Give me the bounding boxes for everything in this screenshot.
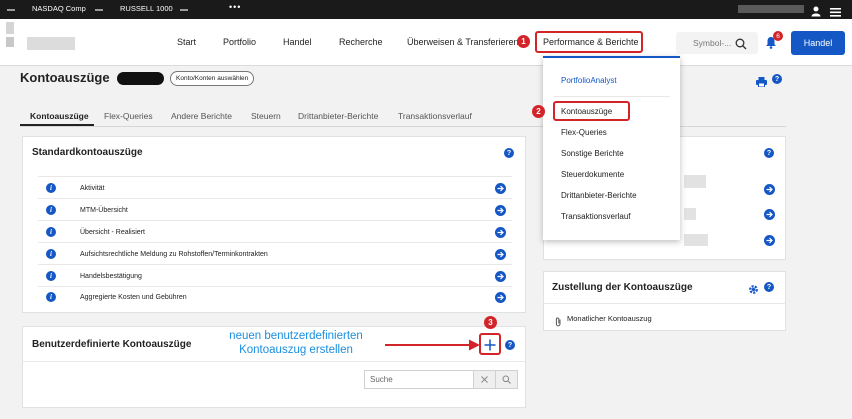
redacted-content (684, 208, 696, 220)
help-icon[interactable]: ? (504, 148, 514, 158)
close-icon (481, 376, 488, 383)
tab-andere-berichte[interactable]: Andere Berichte (171, 111, 232, 121)
active-tab-indicator (20, 124, 94, 126)
tab-flex-queries[interactable]: Flex-Queries (104, 111, 153, 121)
redacted-content (684, 234, 708, 246)
menu-item-flex-queries[interactable]: Flex-Queries (561, 128, 607, 137)
logo (6, 37, 14, 47)
search-icon (502, 375, 511, 384)
logo[interactable] (6, 22, 14, 34)
delivery-item-label[interactable]: Monatlicher Kontoauszug (567, 314, 652, 323)
menu-item-steuerdokumente[interactable]: Steuerdokumente (561, 170, 624, 179)
tab-steuern[interactable]: Steuern (251, 111, 281, 121)
info-icon[interactable]: i (46, 183, 56, 193)
nav-performance-berichte[interactable]: Performance & Berichte (543, 37, 639, 47)
arrow-right-icon[interactable] (764, 184, 775, 195)
help-icon[interactable]: ? (764, 148, 774, 158)
ticker-nasdaq[interactable]: NASDAQ Comp (32, 4, 86, 13)
arrow-right-icon[interactable] (495, 227, 506, 238)
add-custom-statement-button[interactable] (484, 338, 496, 356)
annotation-step-badge: 3 (484, 316, 497, 329)
annotation-text-line: Kontoauszug erstellen (239, 344, 353, 356)
ticker-russell[interactable]: RUSSELL 1000 (120, 4, 173, 13)
tab-drittanbieter-berichte[interactable]: Drittanbieter-Berichte (298, 111, 378, 121)
statement-row-label[interactable]: MTM-Übersicht (80, 207, 128, 214)
menu-item-transaktionsverlauf[interactable]: Transaktionsverlauf (561, 212, 631, 221)
page-title: Kontoauszüge (20, 70, 110, 85)
arrow-right-icon[interactable] (495, 249, 506, 260)
redacted-content (684, 175, 706, 188)
annotation-text: neuen benutzerdefinierten Kontoauszug er… (212, 329, 380, 357)
plus-icon (484, 339, 496, 351)
divider (543, 303, 786, 304)
clear-search-button[interactable] (473, 371, 495, 388)
info-icon[interactable]: i (46, 227, 56, 237)
info-icon[interactable]: i (46, 271, 56, 281)
statement-row-label[interactable]: Aktivität (80, 185, 105, 192)
annotation-arrow (385, 338, 481, 356)
statement-row-label[interactable]: Aufsichtsrechtliche Meldung zu Rohstoffe… (80, 251, 268, 258)
statement-row-label[interactable]: Aggregierte Kosten und Gebühren (80, 294, 187, 301)
divider (22, 361, 526, 362)
ticker-separator (7, 9, 15, 11)
card-title: Zustellung der Kontoauszüge (552, 282, 693, 293)
card-title: Standardkontoauszüge (32, 147, 143, 158)
menu-item-drittanbieter-berichte[interactable]: Drittanbieter-Berichte (561, 191, 637, 200)
divider (38, 264, 512, 265)
nav-portfolio[interactable]: Portfolio (223, 37, 256, 47)
help-icon[interactable]: ? (505, 340, 515, 350)
arrow-right-icon[interactable] (495, 271, 506, 282)
ticker-separator (95, 9, 103, 11)
arrow-right-icon[interactable] (764, 209, 775, 220)
nav-handel[interactable]: Handel (283, 37, 312, 47)
divider (38, 198, 512, 199)
account-select-button[interactable]: Konto/Konten auswählen (170, 71, 255, 86)
help-icon[interactable]: ? (772, 74, 782, 84)
info-icon[interactable]: i (46, 292, 56, 302)
annotation-text-line: neuen benutzerdefinierten (229, 330, 363, 342)
paperclip-icon (555, 314, 562, 332)
symbol-search-placeholder: Symbol-... (693, 38, 732, 48)
statement-row-label[interactable]: Handelsbestätigung (80, 273, 142, 280)
divider (554, 96, 670, 97)
arrow-right-icon[interactable] (495, 292, 506, 303)
nav-start[interactable]: Start (177, 37, 196, 47)
divider (38, 176, 512, 177)
help-icon[interactable]: ? (764, 282, 774, 292)
search-submit-button[interactable] (495, 371, 517, 388)
info-icon[interactable]: i (46, 249, 56, 259)
divider (38, 220, 512, 221)
print-icon[interactable] (756, 74, 767, 92)
search-placeholder: Suche (370, 375, 393, 384)
ticker-separator (180, 9, 188, 11)
divider (38, 286, 512, 287)
nav-transfer[interactable]: Überweisen & Transferieren (407, 37, 519, 47)
tab-transaktionsverlauf[interactable]: Transaktionsverlauf (398, 111, 472, 121)
menu-item-sonstige-berichte[interactable]: Sonstige Berichte (561, 149, 624, 158)
more-icon[interactable]: ••• (229, 2, 241, 12)
arrow-right-icon[interactable] (495, 205, 506, 216)
annotation-step-badge: 1 (517, 35, 530, 48)
menu-item-kontoauszuege[interactable]: Kontoauszüge (561, 107, 612, 116)
card-title: Benutzerdefinierte Kontoauszüge (32, 339, 192, 350)
account-id-redacted (117, 72, 164, 85)
info-icon[interactable]: i (46, 205, 56, 215)
logo (27, 37, 75, 50)
tab-kontoauszuege[interactable]: Kontoauszüge (30, 111, 89, 121)
account-info-redacted (738, 5, 804, 13)
nav-recherche[interactable]: Recherche (339, 37, 383, 47)
statement-row-label[interactable]: Übersicht - Realisiert (80, 229, 145, 236)
arrow-right-icon[interactable] (764, 235, 775, 246)
divider (38, 242, 512, 243)
menu-item-portfolioanalyst[interactable]: PortfolioAnalyst (561, 76, 617, 85)
annotation-step-badge: 2 (532, 105, 545, 118)
notification-badge: 6 (773, 31, 783, 41)
trade-button[interactable]: Handel (791, 31, 845, 55)
search-icon[interactable] (735, 37, 747, 55)
gear-icon[interactable] (748, 282, 759, 300)
arrow-right-icon[interactable] (495, 183, 506, 194)
